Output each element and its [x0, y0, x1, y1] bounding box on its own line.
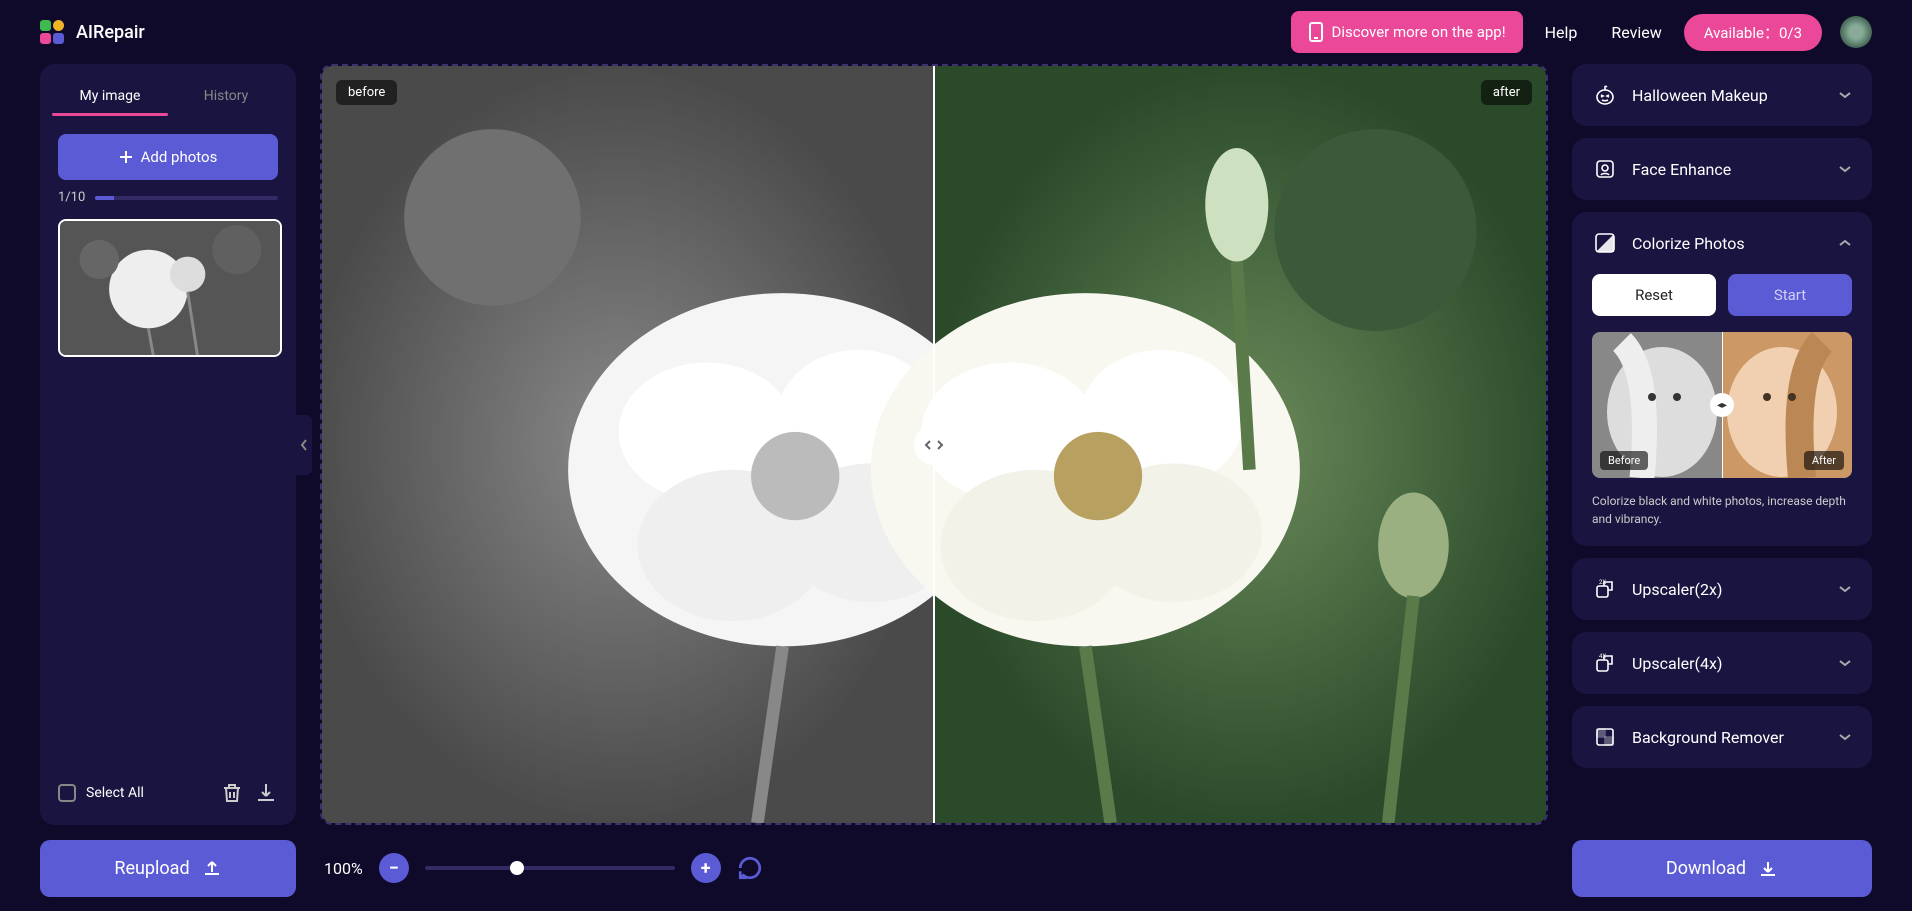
zoom-controls: 100% − + — [324, 853, 763, 883]
upload-progress — [95, 196, 278, 200]
svg-text:4X: 4X — [1599, 653, 1606, 660]
chevron-down-icon — [1838, 733, 1852, 741]
tool-background-remover[interactable]: Background Remover — [1572, 706, 1872, 768]
start-button[interactable]: Start — [1728, 274, 1852, 316]
available-credits-button[interactable]: Available：0/3 — [1684, 14, 1822, 51]
slider-arrows-icon — [923, 438, 945, 452]
preview-before-badge: Before — [1600, 451, 1648, 470]
pumpkin-icon — [1592, 82, 1618, 108]
reset-button[interactable]: Reset — [1592, 274, 1716, 316]
tools-panel: Halloween Makeup Face Enhance Colorize P… — [1572, 64, 1872, 825]
chevron-down-icon — [1838, 585, 1852, 593]
discover-app-button[interactable]: Discover more on the app! — [1291, 11, 1523, 53]
chevron-down-icon — [1838, 165, 1852, 173]
zoom-slider[interactable] — [425, 866, 675, 870]
comparison-slider-handle[interactable] — [914, 425, 954, 465]
chevron-up-icon — [1838, 239, 1852, 247]
collapse-sidebar-button[interactable] — [296, 415, 312, 475]
face-enhance-icon — [1592, 156, 1618, 182]
review-link[interactable]: Review — [1599, 13, 1673, 52]
bg-remove-icon — [1592, 724, 1618, 750]
chevron-down-icon — [1838, 91, 1852, 99]
before-badge: before — [336, 80, 397, 105]
sidebar: My image History Add photos 1/10 Select — [40, 64, 296, 825]
download-icon — [1758, 858, 1778, 878]
zoom-out-button[interactable]: − — [379, 853, 409, 883]
tab-my-image[interactable]: My image — [52, 76, 168, 116]
preview-after-badge: After — [1804, 451, 1844, 470]
tab-history[interactable]: History — [168, 76, 284, 116]
select-all-label: Select All — [86, 785, 144, 801]
upload-icon — [202, 858, 222, 878]
reset-zoom-icon[interactable] — [737, 855, 763, 881]
phone-icon — [1308, 22, 1324, 42]
add-photos-button[interactable]: Add photos — [58, 134, 278, 180]
delete-icon[interactable] — [220, 781, 244, 805]
zoom-percentage: 100% — [324, 859, 363, 878]
colorize-description: Colorize black and white photos, increas… — [1592, 492, 1852, 528]
upscale-2x-icon: 2X — [1592, 576, 1618, 602]
help-link[interactable]: Help — [1533, 13, 1590, 52]
avatar[interactable] — [1840, 16, 1872, 48]
zoom-slider-thumb[interactable] — [510, 861, 524, 875]
tool-colorize-header[interactable]: Colorize Photos — [1592, 230, 1852, 256]
download-button[interactable]: Download — [1572, 840, 1872, 897]
comparison-canvas[interactable]: before after — [320, 64, 1548, 825]
plus-icon — [119, 150, 133, 164]
tool-colorize-photos: Colorize Photos Reset Start — [1572, 212, 1872, 546]
colorize-icon — [1592, 230, 1618, 256]
upscale-4x-icon: 4X — [1592, 650, 1618, 676]
after-badge: after — [1481, 80, 1532, 105]
upload-count: 1/10 — [58, 190, 85, 205]
logo-mark-icon — [40, 20, 64, 44]
tab-indicator — [52, 113, 168, 116]
svg-text:2X: 2X — [1599, 579, 1606, 586]
select-all-checkbox[interactable] — [58, 784, 76, 802]
colorize-preview: ◂▸ Before After — [1592, 332, 1852, 478]
preview-slider-icon: ◂▸ — [1710, 393, 1734, 417]
app-name: AIRepair — [76, 22, 145, 43]
image-thumbnail[interactable] — [58, 219, 282, 357]
chevron-down-icon — [1838, 659, 1852, 667]
reupload-button[interactable]: Reupload — [40, 840, 296, 897]
tool-upscaler-4x[interactable]: 4X Upscaler(4x) — [1572, 632, 1872, 694]
tool-face-enhance[interactable]: Face Enhance — [1572, 138, 1872, 200]
download-all-icon[interactable] — [254, 781, 278, 805]
app-logo[interactable]: AIRepair — [40, 20, 145, 44]
zoom-in-button[interactable]: + — [691, 853, 721, 883]
chevron-left-icon — [300, 438, 308, 452]
tool-upscaler-2x[interactable]: 2X Upscaler(2x) — [1572, 558, 1872, 620]
tool-halloween-makeup[interactable]: Halloween Makeup — [1572, 64, 1872, 126]
